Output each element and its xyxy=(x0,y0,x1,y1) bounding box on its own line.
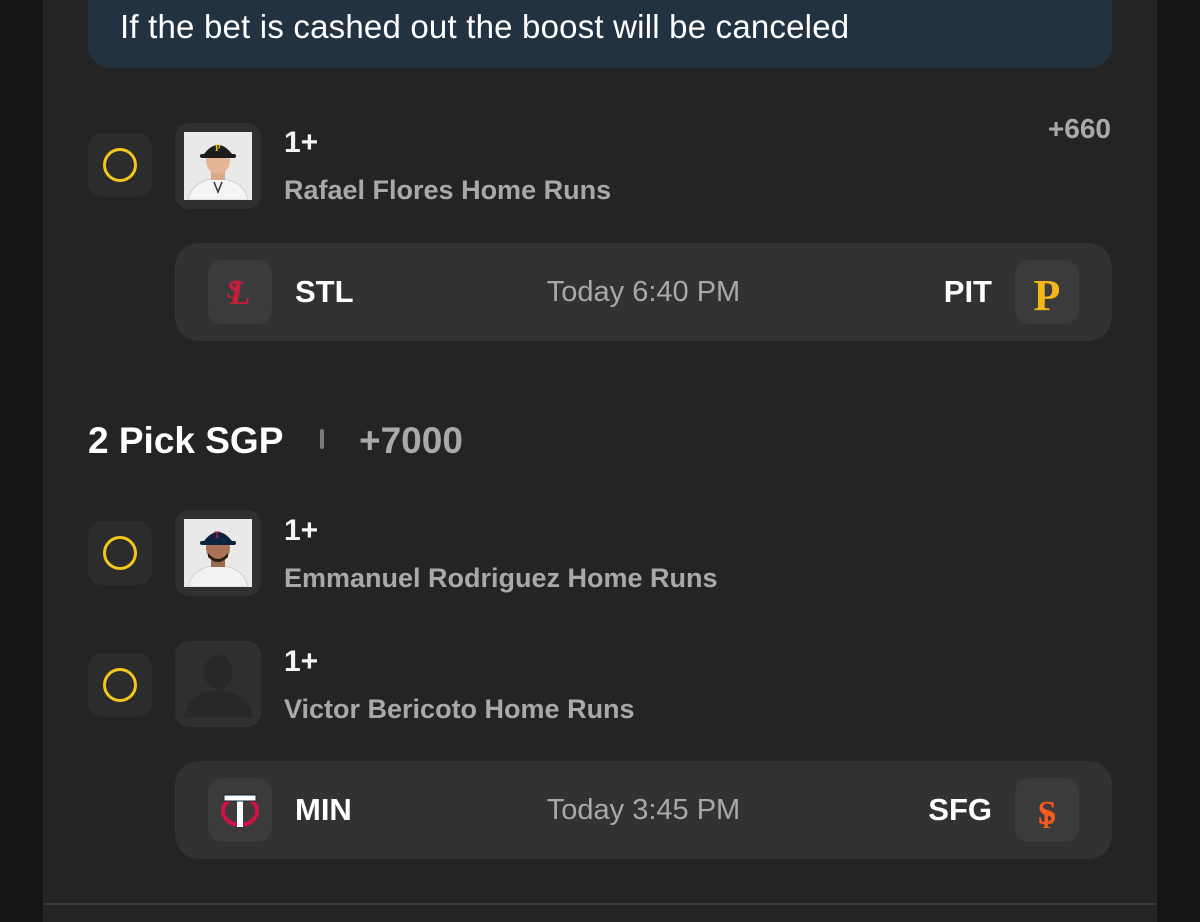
leg-prop-name: Rafael Flores Home Runs xyxy=(284,175,612,205)
sgp-divider xyxy=(320,429,324,449)
home-team-logo: P xyxy=(1015,260,1079,324)
radio-ring-icon xyxy=(103,536,137,570)
leg-select-radio[interactable] xyxy=(88,653,152,717)
player-avatar: P xyxy=(175,123,261,209)
home-team-logo: S F xyxy=(1015,778,1079,842)
leg-odds: +660 xyxy=(1047,113,1111,144)
twins-player-headshot: T xyxy=(184,519,252,587)
radio-ring-icon xyxy=(103,668,137,702)
svg-text:P: P xyxy=(1034,271,1061,316)
pirates-player-headshot: P xyxy=(184,132,252,200)
boost-info-banner: If the bet is cashed out the boost will … xyxy=(88,0,1112,68)
leg-select-radio[interactable] xyxy=(88,521,152,585)
player-avatar xyxy=(175,641,261,727)
leg-prop-name: Emmanuel Rodriguez Home Runs xyxy=(284,563,718,593)
game-card[interactable]: L S STL Today 6:40 PM PIT P xyxy=(175,243,1112,341)
svg-text:F: F xyxy=(1042,808,1055,833)
game-card[interactable]: MIN Today 3:45 PM SFG S F xyxy=(175,761,1112,859)
home-team-abbr: SFG xyxy=(928,792,992,827)
radio-ring-icon xyxy=(103,148,137,182)
svg-text:P: P xyxy=(215,143,221,153)
leg-prop-name: Victor Bericoto Home Runs xyxy=(284,694,635,724)
leg-select-radio[interactable] xyxy=(88,133,152,197)
banner-text: If the bet is cashed out the boost will … xyxy=(120,8,850,45)
player-avatar: T xyxy=(175,510,261,596)
sgp-title: 2 Pick SGP xyxy=(88,420,284,461)
placeholder-silhouette xyxy=(184,650,252,718)
giants-logo-icon: S F xyxy=(1038,795,1057,833)
leg-threshold: 1+ xyxy=(284,514,319,547)
svg-text:T: T xyxy=(214,530,220,540)
pirates-logo-icon: P xyxy=(1034,271,1061,316)
leg-threshold: 1+ xyxy=(284,645,319,678)
home-team-abbr: PIT xyxy=(943,274,992,309)
section-divider xyxy=(43,903,1157,905)
leg-threshold: 1+ xyxy=(284,126,319,159)
sgp-odds: +7000 xyxy=(359,420,463,461)
